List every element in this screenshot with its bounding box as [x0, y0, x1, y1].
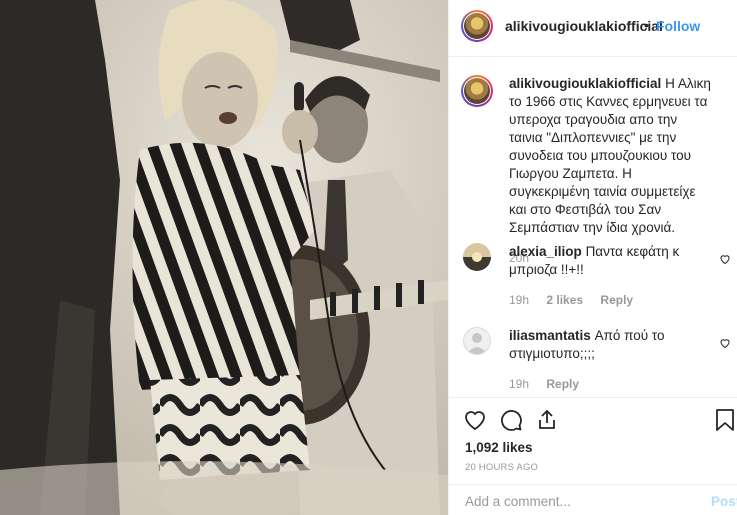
save-bookmark-icon[interactable] [715, 408, 735, 432]
comment-likes[interactable]: 2 likes [546, 293, 583, 307]
comment-body: iliasmantatis Από πού το στιγμιοτυπο;;;;… [509, 327, 714, 393]
comment-meta: 19h 2 likes Reply [509, 291, 714, 309]
post-comment-button[interactable]: Post [711, 494, 737, 509]
commenter-avatar[interactable] [463, 327, 491, 355]
comment-body: alexia_iliop Παντα κεφάτη κ μπριοζα !!+!… [509, 243, 714, 309]
like-comment-heart-icon[interactable] [719, 253, 731, 265]
comment-bubble-icon[interactable] [499, 408, 523, 432]
sunset-avatar-icon [463, 243, 491, 271]
avatar-image [464, 13, 490, 39]
comment-time[interactable]: 19h [509, 293, 529, 307]
commenter-avatar[interactable] [463, 243, 491, 271]
caption-avatar[interactable] [461, 75, 493, 107]
comments-section[interactable]: alikivougiouklakiofficial Η Αλικη το 196… [449, 57, 737, 397]
post-side-panel: alikivougiouklakiofficial • Follow aliki… [448, 0, 737, 515]
reply-button[interactable]: Reply [600, 293, 633, 307]
caption-avatar-image [464, 78, 490, 104]
post-header: alikivougiouklakiofficial • Follow [449, 0, 737, 57]
action-bar [449, 397, 737, 437]
like-heart-icon[interactable] [463, 408, 487, 432]
comment-meta: 19h Reply [509, 375, 714, 393]
caption-username[interactable]: alikivougiouklakiofficial [509, 76, 661, 91]
avatar[interactable] [461, 10, 493, 42]
follow-button[interactable]: Follow [656, 18, 700, 34]
comment-composer: Post [449, 484, 737, 515]
caption-text: Η Αλικη το 1966 στις Καννες ερμηνευει τα… [509, 76, 711, 235]
vintage-photo-image [0, 0, 448, 515]
share-icon[interactable] [535, 408, 559, 432]
comment-username[interactable]: iliasmantatis [509, 328, 591, 343]
default-user-icon [467, 333, 487, 354]
separator-dot: • [644, 17, 649, 33]
likes-count[interactable]: 1,092 likes [465, 440, 533, 455]
post-photo[interactable] [0, 0, 448, 515]
header-username[interactable]: alikivougiouklakiofficial [505, 18, 663, 34]
comment-input[interactable] [463, 493, 687, 510]
post-timestamp[interactable]: 20 HOURS AGO [465, 462, 538, 473]
comment-time[interactable]: 19h [509, 377, 529, 391]
caption-body: alikivougiouklakiofficial Η Αλικη το 196… [509, 75, 714, 267]
like-comment-heart-icon[interactable] [719, 337, 731, 349]
reply-button[interactable]: Reply [546, 377, 579, 391]
comment-username[interactable]: alexia_iliop [509, 244, 582, 259]
